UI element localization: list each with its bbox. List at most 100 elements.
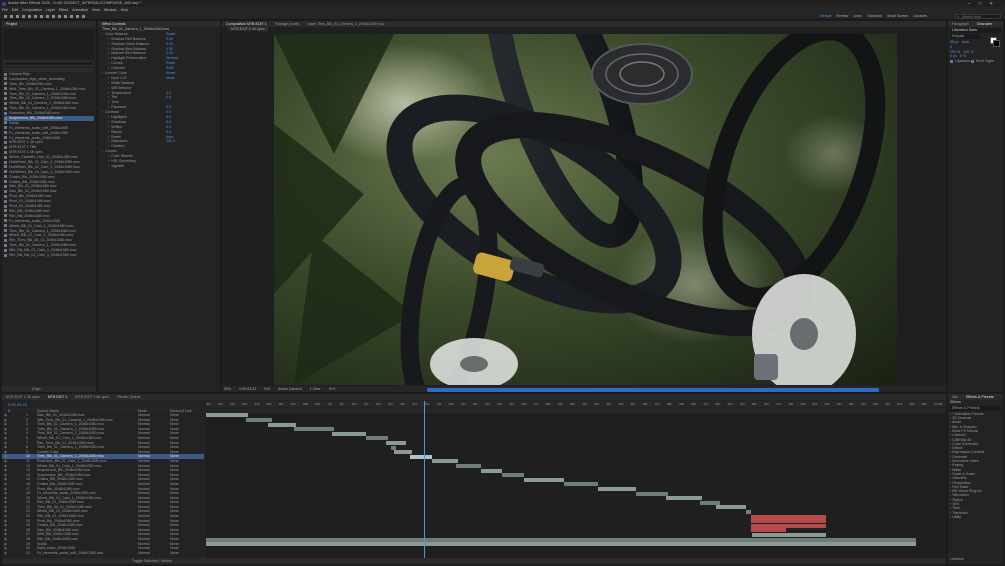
tools-icon-strip[interactable] [4, 14, 114, 19]
project-search[interactable] [4, 61, 94, 66]
twirl-icon[interactable]: › [108, 61, 109, 65]
viewer-quality[interactable]: Full [262, 386, 272, 392]
tab-project[interactable]: Project [2, 21, 21, 27]
twirl-icon[interactable]: › [108, 144, 109, 148]
twirl-icon[interactable]: › [108, 130, 109, 134]
layer-clip-bar[interactable] [716, 505, 746, 510]
baseline-shift-value[interactable]: 0 px [950, 54, 957, 58]
font-family-field[interactable]: Liberation Sans [950, 28, 1001, 33]
effects-filter[interactable]: Effects & Presets [950, 405, 1001, 411]
layer-clip-bar[interactable] [456, 463, 481, 468]
timeline-column-header[interactable]: Mode [138, 409, 147, 413]
twirl-icon[interactable]: › [102, 110, 103, 114]
twirl-icon[interactable]: › [108, 37, 109, 41]
workspace-default[interactable]: Default [818, 13, 833, 19]
twirl-icon[interactable]: › [108, 135, 109, 139]
layer-clip-bar[interactable] [481, 468, 502, 473]
twirl-icon[interactable]: › [108, 100, 109, 104]
layer-parent[interactable]: None [170, 551, 179, 556]
current-time[interactable]: 0:00:03:23 [8, 402, 27, 407]
search-help[interactable]: ⌕ Search Help [955, 14, 1001, 19]
layer-clip-bar[interactable] [700, 500, 720, 505]
right-panel-tab[interactable]: Character [973, 21, 997, 27]
composition-tab[interactable]: Layer Tires_Blk_01_Camera_1_2048x1080.mo… [303, 21, 388, 27]
viewer-camera[interactable]: Active Camera [276, 386, 304, 392]
ligatures-checkbox[interactable] [950, 59, 953, 63]
font-size-value[interactable]: 48 px [950, 40, 959, 44]
twirl-icon[interactable]: › [108, 164, 109, 168]
twirl-icon[interactable]: › [108, 105, 109, 109]
workspace-learn[interactable]: Learn [851, 13, 864, 19]
font-style-field[interactable]: Regular [950, 33, 980, 39]
twirl-icon[interactable]: › [108, 159, 109, 163]
lower-panel-tab[interactable]: Effects & Presets [962, 394, 998, 400]
layer-clip-bar[interactable] [502, 473, 524, 478]
composition-canvas[interactable] [274, 34, 897, 385]
viewer-time[interactable]: 0:00:03:23 [237, 386, 258, 392]
toggle-switches-modes[interactable]: Toggle Switches / Modes [132, 559, 172, 563]
twirl-icon[interactable]: › [108, 95, 109, 99]
layer-clip-bar[interactable] [268, 422, 296, 427]
playhead[interactable] [424, 401, 425, 558]
viewer-views[interactable]: 1 View [308, 386, 323, 392]
workspace-libraries[interactable]: Libraries [911, 13, 929, 19]
twirl-icon[interactable]: › [108, 139, 109, 143]
tracking-value[interactable]: 0 [950, 45, 952, 49]
twirl-icon[interactable]: › [108, 66, 109, 70]
vertical-scale-value[interactable]: 100 % [950, 50, 960, 54]
project-item[interactable]: Rim_Blk_Blk_01_Cam_1_2048x1080.mov [4, 253, 94, 258]
layer-clip-bar[interactable] [751, 523, 826, 528]
layer-clip-bar[interactable] [332, 431, 366, 436]
layer-clip-bar[interactable] [752, 532, 826, 537]
effect-property-row[interactable]: › Vignette [98, 164, 220, 169]
layer-clip-bar[interactable] [366, 436, 388, 441]
layer-clip-bar[interactable] [666, 496, 702, 501]
layer-clip-bar[interactable] [524, 477, 564, 482]
layer-clip-bar[interactable] [751, 514, 826, 519]
layer-clip-bar[interactable] [394, 450, 412, 455]
layer-clip-bar[interactable] [410, 454, 432, 459]
timeline-column-header[interactable]: # [8, 409, 10, 413]
twirl-icon[interactable]: › [102, 71, 103, 75]
workspace-small-screen[interactable]: Small Screen [885, 13, 910, 19]
twirl-icon[interactable]: › [108, 125, 109, 129]
layer-clip-bar[interactable] [391, 445, 396, 450]
visibility-eye-icon[interactable]: ◉ [4, 551, 7, 556]
timeline-layer-row[interactable]: ◉ 31 Fx_elements_audio_edit_2048x1080.wav N… [2, 551, 204, 556]
twirl-icon[interactable]: › [108, 76, 109, 80]
layer-clip-bar[interactable] [564, 482, 598, 487]
right-panel-tab[interactable]: Paragraph [948, 21, 973, 27]
twirl-icon[interactable]: › [108, 154, 109, 158]
twirl-icon[interactable]: › [102, 32, 103, 36]
layer-clip-bar[interactable] [598, 486, 636, 491]
layer-clip-bar[interactable] [751, 519, 826, 524]
twirl-icon[interactable]: › [108, 56, 109, 60]
twirl-icon[interactable]: › [108, 42, 109, 46]
leading-value[interactable]: Auto [962, 40, 969, 44]
layer-clip-bar[interactable] [246, 417, 272, 422]
layer-mode[interactable]: Normal [138, 551, 150, 556]
twirl-icon[interactable]: › [108, 115, 109, 119]
hindi-digits-checkbox[interactable] [970, 59, 974, 63]
twirl-icon[interactable]: › [108, 47, 109, 51]
tsume-value[interactable]: 0 % [960, 54, 966, 58]
horizontal-scale-value[interactable]: 100 % [963, 50, 973, 54]
layer-clip-bar[interactable] [432, 459, 458, 464]
twirl-icon[interactable]: › [108, 81, 109, 85]
bit-depth-label[interactable]: 8 bpc [32, 387, 41, 391]
layer-clip-bar[interactable] [206, 537, 916, 542]
viewer-offset[interactable]: +0.0 [326, 386, 337, 392]
tool-icons[interactable] [4, 14, 114, 20]
layer-clip-bar[interactable] [294, 427, 334, 432]
twirl-icon[interactable]: › [108, 91, 109, 95]
twirl-icon[interactable]: › [102, 149, 103, 153]
timeline-column-header[interactable]: Parent & Link [170, 409, 192, 413]
timeline-column-header[interactable]: Source Name [37, 409, 59, 413]
layer-clip-bar[interactable] [636, 491, 668, 496]
workspace-standard[interactable]: Standard [865, 13, 884, 19]
timeline-ruler[interactable]: 00s 01s 02s 03s 04s 05s 06s 07s 08s 09s 10s 11s 12s 1… [206, 401, 946, 407]
color-swatches[interactable] [990, 37, 1000, 47]
twirl-icon[interactable]: › [108, 51, 109, 55]
layer-clip-bar[interactable] [751, 528, 786, 533]
layer-clip-bar[interactable] [386, 440, 406, 445]
